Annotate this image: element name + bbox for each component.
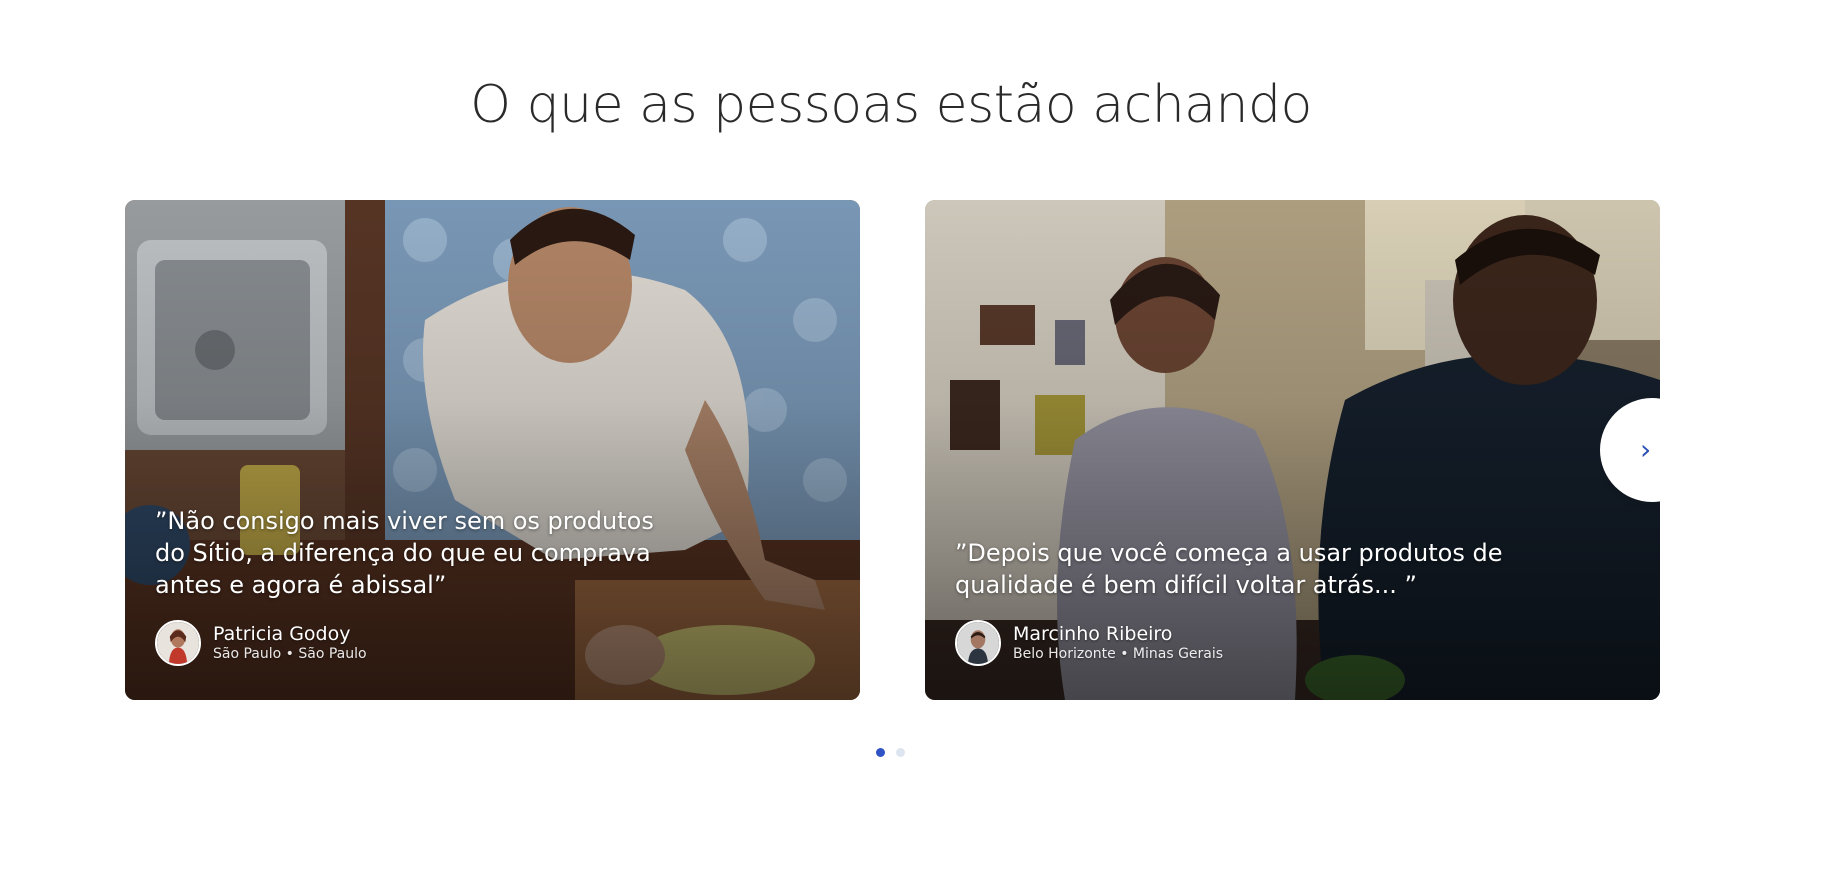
pagination-dot-2[interactable] xyxy=(896,748,905,757)
testimonial-author: Patricia Godoy São Paulo • São Paulo xyxy=(155,620,367,666)
testimonial-card-1[interactable]: ”Não consigo mais viver sem os produtos … xyxy=(125,200,860,700)
testimonial-quote: ”Depois que você começa a usar produtos … xyxy=(955,539,1503,599)
author-name: Marcinho Ribeiro xyxy=(1013,623,1173,645)
author-location: Belo Horizonte • Minas Gerais xyxy=(1013,646,1224,662)
avatar xyxy=(155,620,201,666)
author-name: Patricia Godoy xyxy=(213,623,351,645)
carousel-pagination xyxy=(876,748,905,757)
author-location: São Paulo • São Paulo xyxy=(213,646,367,662)
carousel-next-button[interactable]: › xyxy=(1600,398,1660,502)
section-title: O que as pessoas estão achando xyxy=(470,75,1312,135)
pagination-dot-1[interactable] xyxy=(876,748,885,757)
carousel-next-wrapper: › xyxy=(1600,390,1660,510)
chevron-right-icon: › xyxy=(1640,433,1652,466)
testimonial-card-2[interactable]: ”Depois que você começa a usar produtos … xyxy=(925,200,1660,700)
testimonial-quote: ”Não consigo mais viver sem os produtos … xyxy=(155,507,654,599)
testimonials-section: O que as pessoas estão achando ”Não cons… xyxy=(0,0,1822,875)
avatar xyxy=(955,620,1001,666)
testimonial-author: Marcinho Ribeiro Belo Horizonte • Minas … xyxy=(955,620,1223,666)
